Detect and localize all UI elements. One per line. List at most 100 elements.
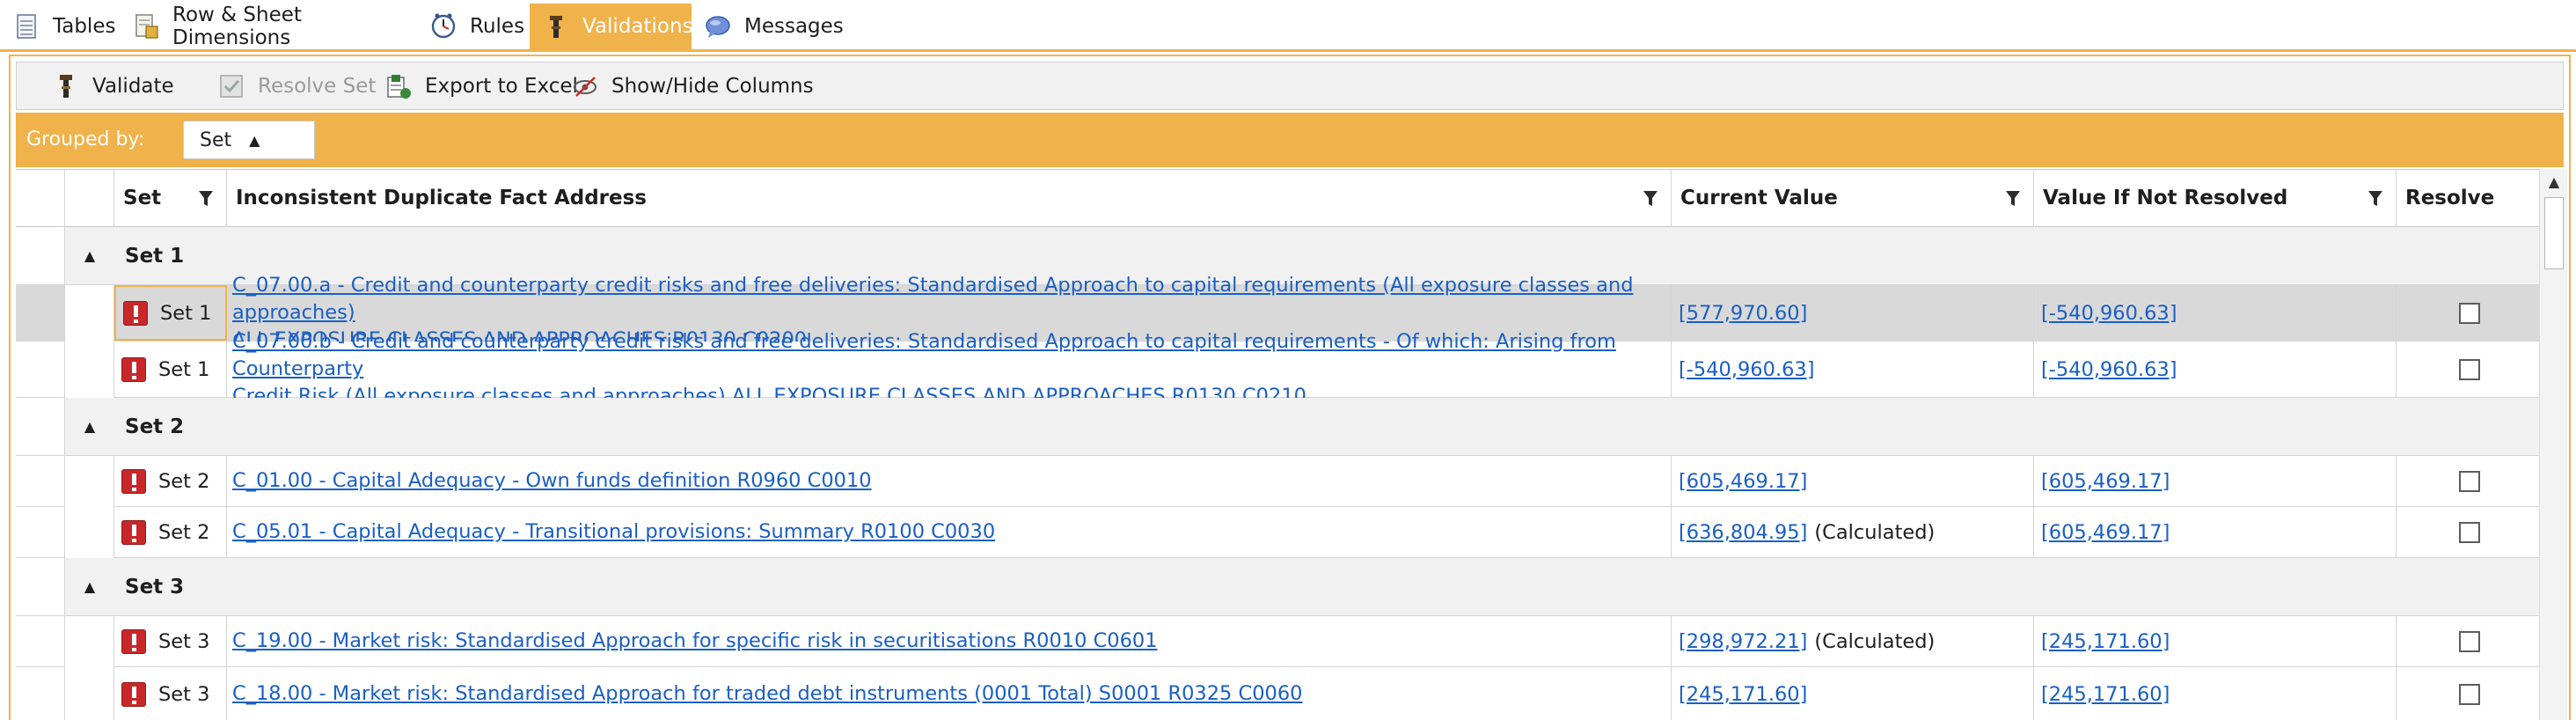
column-header-address[interactable]: Inconsistent Duplicate Fact Address: [227, 169, 1672, 227]
resolve-cell[interactable]: [2397, 667, 2543, 720]
set-cell[interactable]: Set 1: [114, 342, 227, 397]
value-if-not-resolved-link[interactable]: [-540,960.63]: [2041, 302, 2177, 325]
value-if-not-resolved-cell[interactable]: [-540,960.63]: [2034, 342, 2397, 397]
table-row[interactable]: Set 1 C_07.00.b - Credit and counterpart…: [114, 330, 2543, 408]
fact-address-cell[interactable]: C_19.00 - Market risk: Standardised Appr…: [227, 616, 1672, 666]
current-value-link[interactable]: [245,171.60]: [1679, 683, 1807, 706]
value-if-not-resolved-cell[interactable]: [-540,960.63]: [2034, 285, 2397, 341]
validations-panel: Validate Resolve Set Export to Excel Sho…: [9, 55, 2571, 720]
resolve-cell[interactable]: [2397, 507, 2543, 557]
table-row[interactable]: Set 2 C_05.01 - Capital Adequacy - Trans…: [114, 507, 2543, 558]
value-if-not-resolved-cell[interactable]: [245,171.60]: [2034, 616, 2397, 666]
filter-icon[interactable]: [2367, 189, 2383, 209]
value-if-not-resolved-link[interactable]: [245,171.60]: [2041, 683, 2170, 706]
resolve-checkbox[interactable]: [2458, 358, 2480, 380]
vertical-scrollbar[interactable]: ▲: [2539, 169, 2567, 720]
set-value: Set 1: [158, 357, 210, 381]
current-value-cell[interactable]: [605,469.17]: [1672, 456, 2034, 506]
current-value-cell[interactable]: [636,804.95] (Calculated): [1672, 507, 2034, 557]
resolve-checkbox[interactable]: [2458, 630, 2480, 652]
value-if-not-resolved-cell[interactable]: [605,469.17]: [2034, 507, 2397, 557]
tab-validations[interactable]: Validations: [530, 4, 693, 49]
set-cell[interactable]: Set 3: [114, 667, 227, 720]
resolve-cell[interactable]: [2397, 342, 2543, 397]
fact-address-link[interactable]: C_01.00 - Capital Adequacy - Own funds d…: [232, 467, 872, 495]
fact-address-link[interactable]: C_19.00 - Market risk: Standardised Appr…: [232, 628, 1158, 655]
resolve-set-button[interactable]: Resolve Set: [217, 62, 376, 109]
fact-address-cell[interactable]: C_05.01 - Capital Adequacy - Transitiona…: [227, 507, 1672, 557]
value-if-not-resolved-link[interactable]: [-540,960.63]: [2041, 358, 2177, 381]
toolbar: Validate Resolve Set Export to Excel Sho…: [16, 62, 2564, 110]
show-hide-columns-button[interactable]: Show/Hide Columns: [571, 62, 814, 109]
current-value-cell[interactable]: [-540,960.63]: [1672, 342, 2034, 397]
column-header-resolve[interactable]: Resolve: [2397, 169, 2543, 227]
value-if-not-resolved-link[interactable]: [605,469.17]: [2041, 521, 2170, 544]
group-by-set-chip[interactable]: Set ▲: [183, 121, 315, 159]
value-if-not-resolved-link[interactable]: [605,469.17]: [2041, 470, 2170, 493]
export-label: Export to Excel: [425, 74, 578, 98]
resolve-cell[interactable]: [2397, 616, 2543, 666]
group-header-set-2[interactable]: ▲ Set 2: [65, 398, 2543, 456]
export-to-excel-button[interactable]: Export to Excel: [384, 62, 578, 109]
row-gutter[interactable]: [16, 507, 65, 558]
current-value-cell[interactable]: [298,972.21] (Calculated): [1672, 616, 2034, 666]
table-row[interactable]: Set 2 C_01.00 - Capital Adequacy - Own f…: [114, 456, 2543, 507]
tab-label: Messages: [744, 15, 844, 38]
current-value-link[interactable]: [636,804.95]: [1679, 521, 1807, 544]
row-gutter[interactable]: [16, 616, 65, 667]
tab-bar: Tables Row & Sheet Dimensions Rules Vali…: [0, 0, 2576, 53]
table-row[interactable]: Set 3 C_19.00 - Market risk: Standardise…: [114, 616, 2543, 667]
fact-address-cell[interactable]: C_18.00 - Market risk: Standardised Appr…: [227, 667, 1672, 720]
group-header-set-3[interactable]: ▲ Set 3: [65, 558, 2543, 616]
filter-icon[interactable]: [1643, 189, 1658, 209]
row-gutter-selected[interactable]: [16, 285, 65, 342]
row-gutter[interactable]: [16, 667, 65, 720]
group-name: Set 2: [125, 415, 185, 438]
collapse-icon[interactable]: ▲: [65, 578, 114, 595]
row-gutter[interactable]: [16, 342, 65, 398]
resolve-checkbox[interactable]: [2458, 302, 2480, 324]
fact-address-link[interactable]: C_18.00 - Market risk: Standardised Appr…: [232, 680, 1303, 708]
column-header-value-if-not-resolved[interactable]: Value If Not Resolved: [2034, 169, 2397, 227]
resolve-checkbox[interactable]: [2458, 683, 2480, 705]
tab-row-sheet-dimensions[interactable]: Row & Sheet Dimensions: [132, 4, 413, 49]
value-if-not-resolved-cell[interactable]: [245,171.60]: [2034, 667, 2397, 720]
set-cell[interactable]: Set 1: [114, 285, 227, 341]
set-cell[interactable]: Set 2: [114, 456, 227, 506]
validate-button[interactable]: Validate: [52, 62, 174, 109]
fact-address-link[interactable]: C_05.01 - Capital Adequacy - Transitiona…: [232, 518, 995, 546]
current-value-link[interactable]: [298,972.21]: [1679, 630, 1807, 653]
fact-address-cell[interactable]: C_01.00 - Capital Adequacy - Own funds d…: [227, 456, 1672, 506]
collapse-icon[interactable]: ▲: [65, 418, 114, 435]
scroll-up-icon[interactable]: ▲: [2540, 169, 2568, 195]
table-row[interactable]: Set 3 C_18.00 - Market risk: Standardise…: [114, 667, 2543, 720]
row-gutter[interactable]: [16, 456, 65, 507]
resolve-cell[interactable]: [2397, 285, 2543, 341]
tab-tables[interactable]: Tables: [12, 4, 118, 49]
scrollbar-thumb[interactable]: [2544, 197, 2564, 269]
fact-address-link[interactable]: C_07.00.b - Credit and counterparty cred…: [232, 328, 1671, 383]
tab-rules[interactable]: Rules: [429, 4, 526, 49]
set-cell[interactable]: Set 2: [114, 507, 227, 557]
fact-address-link[interactable]: C_07.00.a - Credit and counterparty cred…: [232, 272, 1671, 327]
current-value-link[interactable]: [577,970.60]: [1679, 302, 1807, 325]
tab-messages[interactable]: Messages: [704, 4, 845, 49]
value-if-not-resolved-cell[interactable]: [605,469.17]: [2034, 456, 2397, 506]
resolve-checkbox[interactable]: [2458, 521, 2480, 543]
group-name: Set 1: [125, 244, 185, 268]
column-header-set[interactable]: Set: [114, 169, 227, 227]
current-value-cell[interactable]: [245,171.60]: [1672, 667, 2034, 720]
filter-icon[interactable]: [2005, 189, 2021, 209]
set-cell[interactable]: Set 3: [114, 616, 227, 666]
current-value-cell[interactable]: [577,970.60]: [1672, 285, 2034, 341]
resolve-checkbox[interactable]: [2458, 470, 2480, 492]
value-if-not-resolved-link[interactable]: [245,171.60]: [2041, 630, 2170, 653]
filter-icon[interactable]: [198, 189, 214, 209]
fact-address-cell[interactable]: C_07.00.b - Credit and counterparty cred…: [227, 330, 1672, 408]
column-header-current-value[interactable]: Current Value: [1672, 169, 2034, 227]
current-value-link[interactable]: [605,469.17]: [1679, 470, 1807, 493]
current-value-link[interactable]: [-540,960.63]: [1679, 358, 1815, 381]
collapse-icon[interactable]: ▲: [65, 247, 114, 264]
error-icon: [121, 519, 146, 545]
resolve-cell[interactable]: [2397, 456, 2543, 506]
